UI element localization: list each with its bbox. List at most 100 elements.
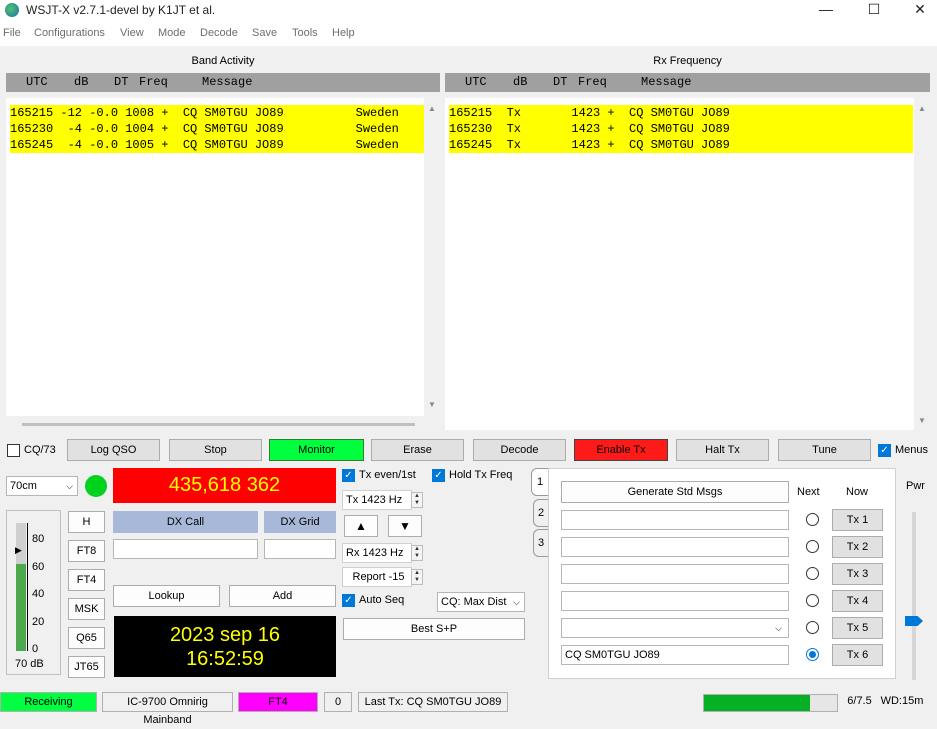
stop-button[interactable]: Stop bbox=[169, 439, 262, 461]
menus-checkbox[interactable]: ✓ bbox=[878, 444, 891, 457]
power-label: Pwr bbox=[906, 480, 925, 492]
report-spinner[interactable]: ▲ ▼ bbox=[411, 569, 423, 585]
log-qso-button[interactable]: Log QSO bbox=[67, 439, 160, 461]
auto-seq-label: Auto Seq bbox=[359, 594, 405, 606]
mode-msk-button[interactable]: MSK bbox=[68, 598, 105, 620]
tx5-now-button[interactable]: Tx 5 bbox=[832, 617, 883, 639]
tx-frequency-spinbox[interactable]: Tx 1423 Hz bbox=[342, 490, 412, 510]
power-slider-handle[interactable] bbox=[905, 616, 923, 626]
tx5-next-radio[interactable] bbox=[806, 621, 819, 634]
list-item[interactable]: 165230 Tx 1423 + CQ SM0TGU JO89 bbox=[449, 121, 913, 137]
title-bar: WSJT-X v2.7.1-devel by K1JT et al. — ☐ ✕ bbox=[0, 0, 937, 22]
chevron-down-icon: ⌵ bbox=[775, 623, 782, 633]
dx-grid-label: DX Grid bbox=[264, 511, 336, 533]
menu-decode[interactable]: Decode bbox=[200, 27, 238, 39]
enable-tx-button[interactable]: Enable Tx bbox=[574, 439, 668, 461]
now-label: Now bbox=[846, 486, 869, 498]
menus-label: Menus bbox=[895, 444, 929, 456]
hold-tx-freq-checkbox[interactable]: ✓ bbox=[432, 469, 445, 482]
tx6-now-button[interactable]: Tx 6 bbox=[832, 644, 883, 666]
list-item[interactable]: 165215 Tx 1423 + CQ SM0TGU JO89 bbox=[449, 105, 913, 121]
add-button[interactable]: Add bbox=[229, 585, 336, 607]
tx6-next-radio[interactable] bbox=[806, 648, 819, 661]
tx1-message-input[interactable] bbox=[561, 510, 789, 530]
tx4-message-input[interactable] bbox=[561, 591, 789, 611]
cq-mode-select[interactable]: CQ: Max Dist ⌵ bbox=[437, 592, 525, 612]
halt-tx-button[interactable]: Halt Tx bbox=[676, 439, 769, 461]
power-slider-track[interactable] bbox=[912, 512, 916, 680]
tx-even-checkbox[interactable]: ✓ bbox=[342, 469, 355, 482]
menu-view[interactable]: View bbox=[120, 27, 144, 39]
tab-1[interactable]: 1 bbox=[531, 468, 549, 496]
tx-freq-spinner[interactable]: ▲ ▼ bbox=[411, 492, 423, 508]
tx-progress-bar bbox=[703, 694, 838, 712]
col-utc: UTC bbox=[26, 75, 48, 89]
mode-jt65-button[interactable]: JT65 bbox=[68, 656, 105, 678]
cq73-checkbox[interactable] bbox=[7, 444, 20, 457]
cq73-label: CQ/73 bbox=[24, 444, 56, 456]
scroll-down-icon[interactable]: ▼ bbox=[918, 416, 926, 425]
scroll-up-icon[interactable]: ▲ bbox=[918, 104, 926, 113]
scroll-up-icon[interactable]: ▲ bbox=[428, 104, 436, 113]
menu-tools[interactable]: Tools bbox=[292, 27, 318, 39]
col-freq: Freq bbox=[578, 75, 607, 89]
tx2-message-input[interactable] bbox=[561, 537, 789, 557]
erase-button[interactable]: Erase bbox=[371, 439, 464, 461]
lookup-button[interactable]: Lookup bbox=[113, 585, 220, 607]
tx2-now-button[interactable]: Tx 2 bbox=[832, 536, 883, 558]
menu-configurations[interactable]: Configurations bbox=[34, 27, 105, 39]
tx6-message-input[interactable]: CQ SM0TGU JO89 bbox=[561, 645, 789, 665]
tune-button[interactable]: Tune bbox=[778, 439, 871, 461]
tx1-now-button[interactable]: Tx 1 bbox=[832, 509, 883, 531]
tx3-message-input[interactable] bbox=[561, 564, 789, 584]
tx-freq-up-button[interactable]: ▲ bbox=[344, 515, 378, 537]
band-activity-scrollbar[interactable]: ▲ ▼ bbox=[424, 98, 440, 416]
col-dt: DT bbox=[553, 75, 568, 89]
tx3-next-radio[interactable] bbox=[806, 567, 819, 580]
rx-freq-spinner[interactable]: ▲ ▼ bbox=[411, 545, 423, 561]
tab-2[interactable]: 2 bbox=[533, 499, 549, 527]
decode-button[interactable]: Decode bbox=[473, 439, 566, 461]
menu-file[interactable]: File bbox=[3, 27, 21, 39]
tx4-next-radio[interactable] bbox=[806, 594, 819, 607]
auto-seq-checkbox[interactable]: ✓ bbox=[342, 594, 355, 607]
menu-save[interactable]: Save bbox=[252, 27, 277, 39]
dx-grid-input[interactable] bbox=[264, 539, 336, 559]
maximize-button[interactable]: ☐ bbox=[851, 0, 897, 22]
status-led-icon bbox=[85, 475, 107, 497]
tx5-message-select[interactable]: ⌵ bbox=[561, 618, 789, 638]
dx-call-input[interactable] bbox=[113, 539, 258, 559]
tx4-now-button[interactable]: Tx 4 bbox=[832, 590, 883, 612]
horizontal-scrollbar[interactable] bbox=[22, 423, 415, 426]
mode-h-button[interactable]: H bbox=[68, 511, 105, 533]
rx-frequency-scrollbar[interactable]: ▲ ▼ bbox=[914, 98, 930, 430]
list-item[interactable]: 165245 -4 -0.0 1005 + CQ SM0TGU JO89 Swe… bbox=[10, 137, 424, 153]
best-sp-button[interactable]: Best S+P bbox=[343, 618, 525, 640]
rx-frequency-spinbox[interactable]: Rx 1423 Hz bbox=[342, 543, 412, 563]
minimize-button[interactable]: — bbox=[803, 0, 849, 22]
tx1-next-radio[interactable] bbox=[806, 513, 819, 526]
mode-ft8-button[interactable]: FT8 bbox=[68, 540, 105, 562]
generate-std-msgs-button[interactable]: Generate Std Msgs bbox=[561, 481, 789, 503]
tab-3[interactable]: 3 bbox=[533, 529, 549, 557]
tx3-now-button[interactable]: Tx 3 bbox=[832, 563, 883, 585]
list-item[interactable]: 165230 -4 -0.0 1004 + CQ SM0TGU JO89 Swe… bbox=[10, 121, 424, 137]
menu-bar: File Configurations View Mode Decode Sav… bbox=[0, 22, 937, 46]
mode-ft4-button[interactable]: FT4 bbox=[68, 569, 105, 591]
tx2-next-radio[interactable] bbox=[806, 540, 819, 553]
list-item[interactable]: 165215 -12 -0.0 1008 + CQ SM0TGU JO89 Sw… bbox=[10, 105, 424, 121]
band-select[interactable]: 70cm ⌵ bbox=[6, 476, 78, 496]
menu-help[interactable]: Help bbox=[332, 27, 355, 39]
band-activity-header: UTC dB DT Freq Message bbox=[6, 73, 440, 92]
band-activity-list[interactable]: 165215 -12 -0.0 1008 + CQ SM0TGU JO89 Sw… bbox=[6, 98, 424, 426]
window-title: WSJT-X v2.7.1-devel by K1JT et al. bbox=[26, 3, 216, 17]
monitor-button[interactable]: Monitor bbox=[269, 439, 364, 461]
menu-mode[interactable]: Mode bbox=[158, 27, 186, 39]
rx-frequency-list[interactable]: 165215 Tx 1423 + CQ SM0TGU JO89 165230 T… bbox=[445, 98, 914, 430]
mode-q65-button[interactable]: Q65 bbox=[68, 627, 105, 649]
list-item[interactable]: 165245 Tx 1423 + CQ SM0TGU JO89 bbox=[449, 137, 913, 153]
tx-freq-down-button[interactable]: ▼ bbox=[388, 515, 422, 537]
report-spinbox[interactable]: Report -15 bbox=[342, 567, 412, 587]
close-button[interactable]: ✕ bbox=[897, 0, 937, 22]
scroll-down-icon[interactable]: ▼ bbox=[428, 400, 436, 409]
